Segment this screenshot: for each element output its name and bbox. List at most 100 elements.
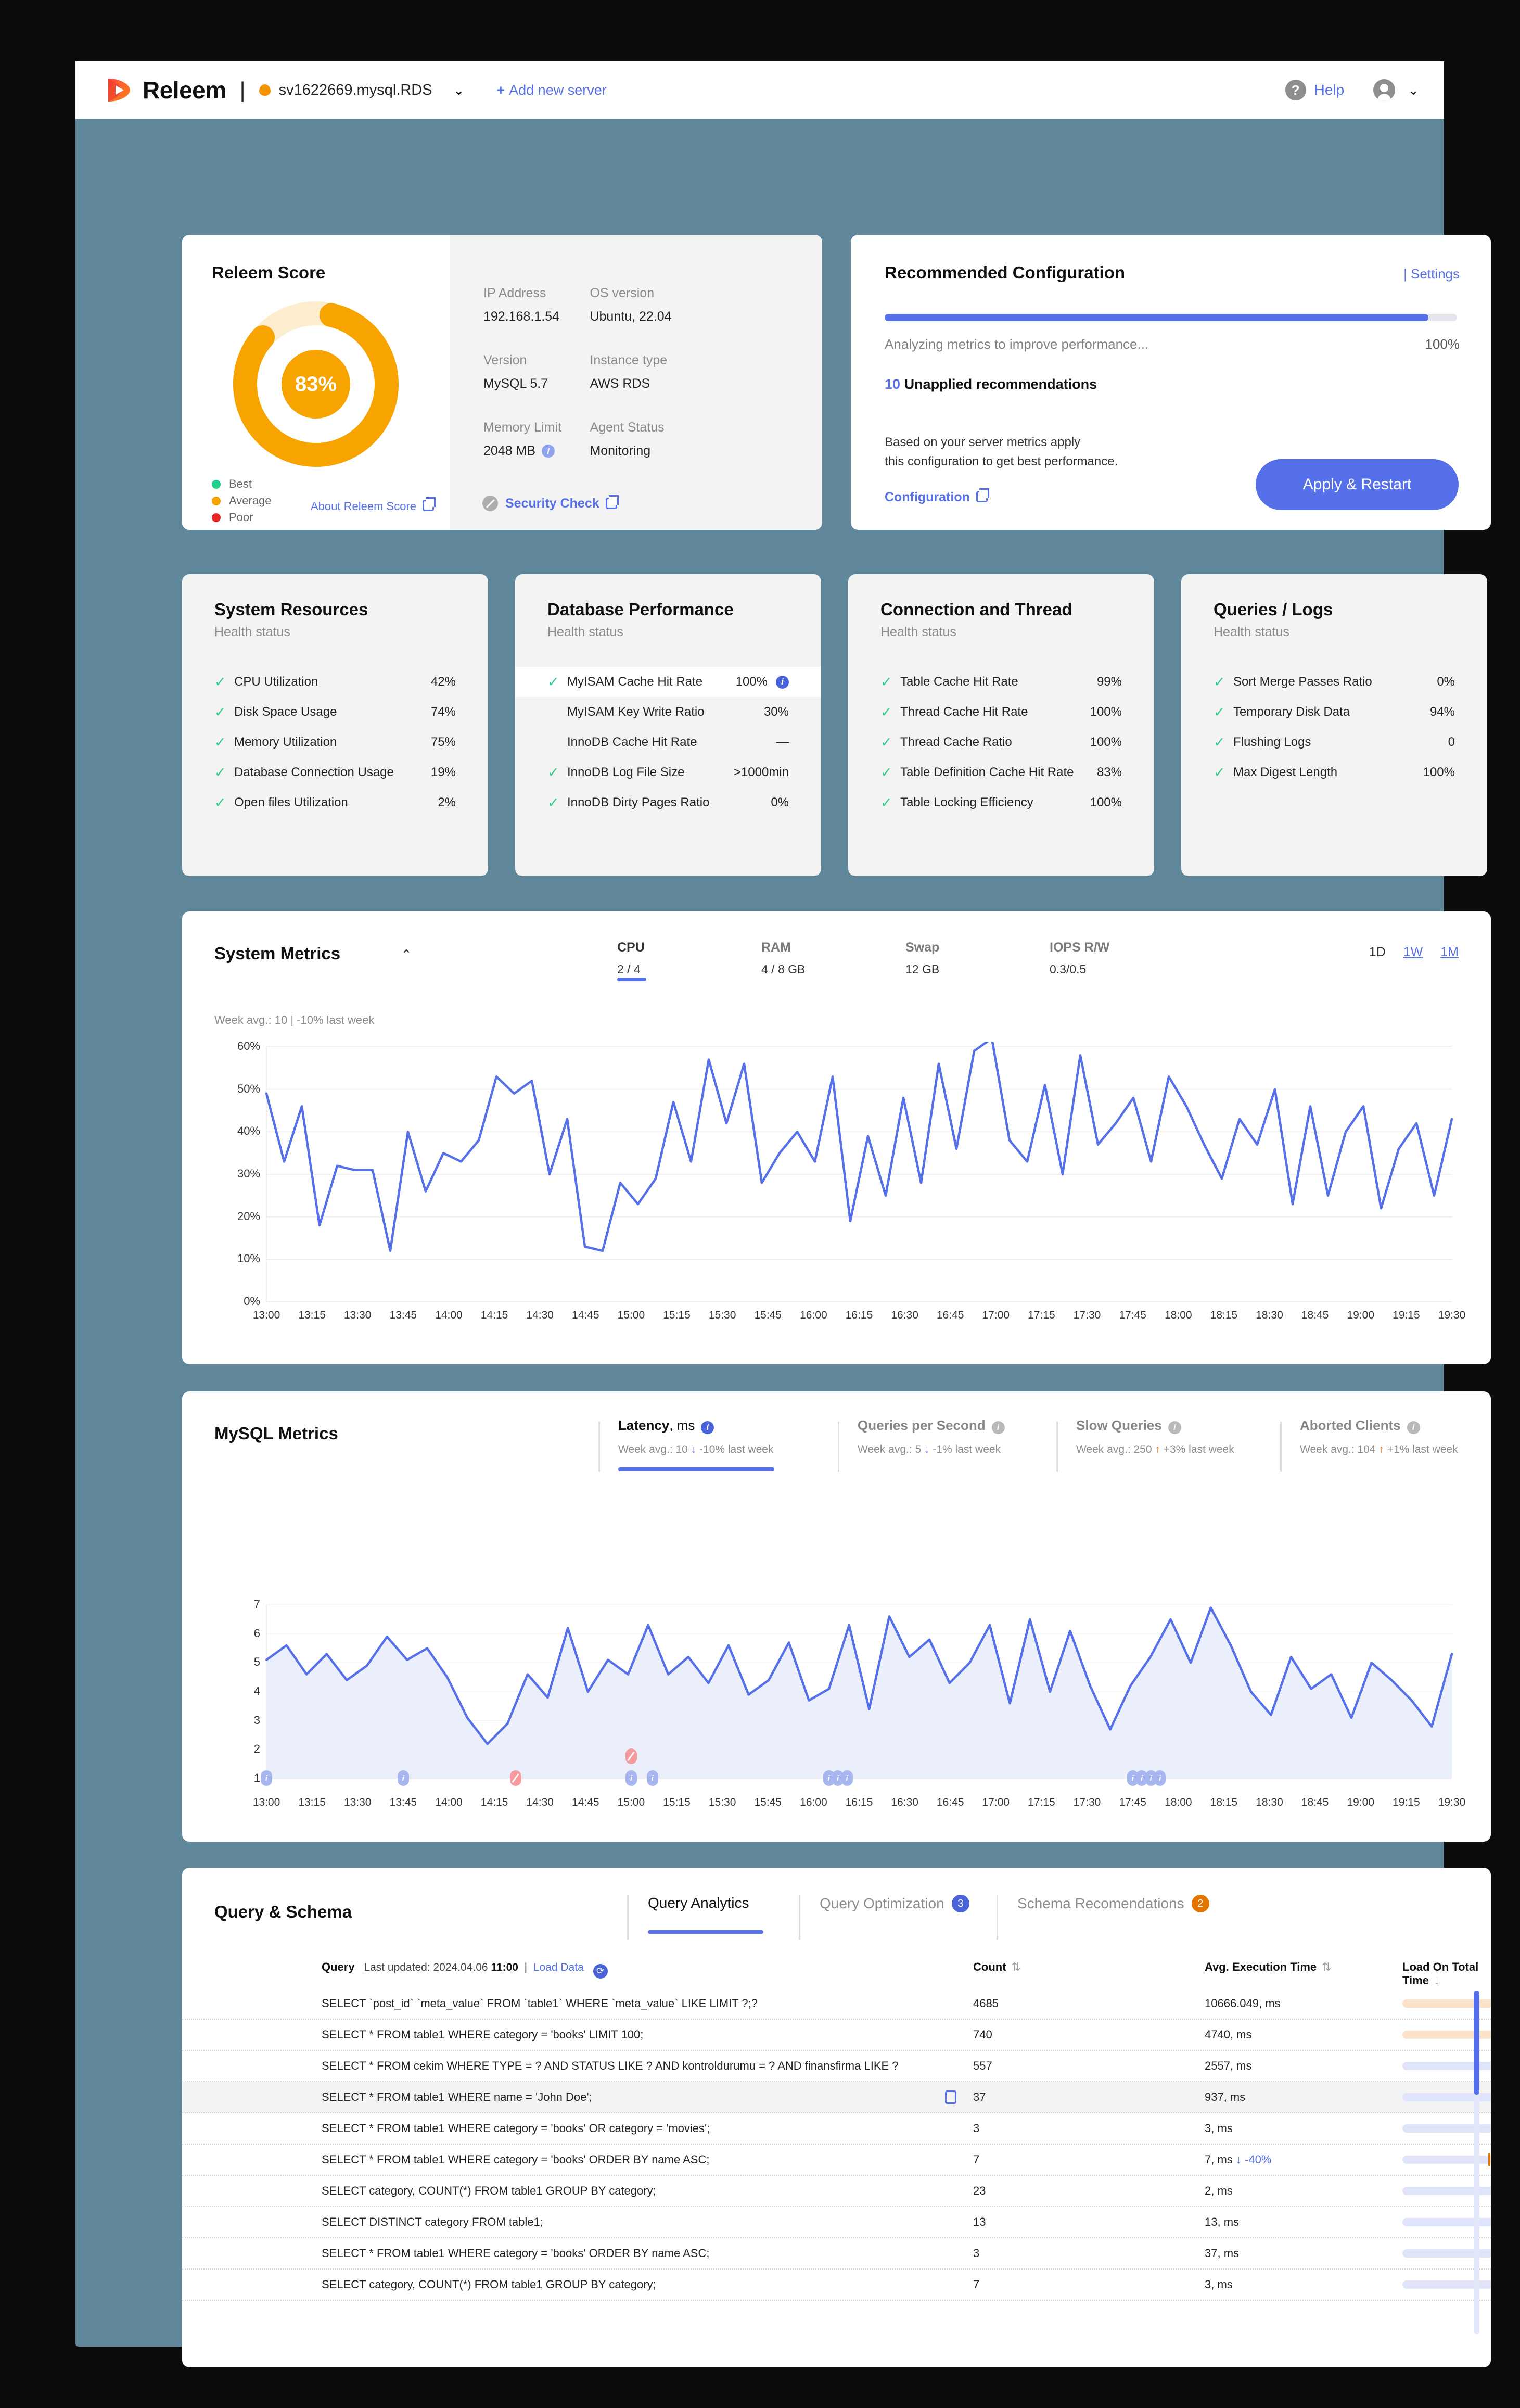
health-row-label: MyISAM Cache Hit Rate bbox=[567, 675, 736, 689]
health-row-value: 100% bbox=[1423, 765, 1455, 780]
health-row: ✓Table Locking Efficiency100% bbox=[848, 788, 1154, 818]
query-count-value: 4685 bbox=[973, 1997, 999, 2010]
system-metric-tab-iops-r-w[interactable]: IOPS R/W 0.3/0.5 bbox=[1020, 940, 1165, 977]
info-marker-icon[interactable]: i bbox=[625, 1770, 637, 1786]
add-new-server-button[interactable]: +Add new server bbox=[496, 82, 606, 98]
query-schema-tab-query-optimization[interactable]: Query Optimization3 bbox=[799, 1895, 997, 1912]
health-card-database-performance: Database Performance Health status ✓MyIS… bbox=[515, 574, 821, 876]
query-avg-time-value: 10666.049, ms bbox=[1205, 1997, 1281, 2010]
info-marker-icon[interactable]: i bbox=[647, 1770, 658, 1786]
configuration-link[interactable]: Configuration bbox=[885, 490, 988, 505]
query-table-scrollbar[interactable] bbox=[1474, 1991, 1479, 2334]
health-row: ✓Table Definition Cache Hit Rate83% bbox=[848, 757, 1154, 788]
mysql-tab-subtitle: Week avg.: 10 ↓ -10% last week bbox=[618, 1443, 838, 1456]
info-marker-icon[interactable]: i bbox=[1154, 1770, 1166, 1786]
x-axis-tick-label: 18:45 bbox=[1292, 1309, 1338, 1322]
table-row[interactable]: SELECT * FROM cekim WHERE TYPE = ? AND S… bbox=[182, 2051, 1491, 2082]
system-metrics-week-average: Week avg.: 10 | -10% last week bbox=[214, 1013, 374, 1027]
open-query-icon[interactable] bbox=[945, 2090, 956, 2104]
query-schema-tab-schema-recomendations[interactable]: Schema Recomendations2 bbox=[997, 1895, 1215, 1912]
system-metric-tab-swap[interactable]: Swap12 GB bbox=[876, 940, 1020, 977]
column-header-load-on-total-time[interactable]: Load On Total Time↓ bbox=[1402, 1960, 1491, 1987]
mysql-metric-tab-latency[interactable]: Latency, msiWeek avg.: 10 ↓ -10% last we… bbox=[598, 1417, 838, 1456]
health-row-value: 74% bbox=[431, 705, 456, 719]
account-chevron-down-icon[interactable]: ⌄ bbox=[1408, 82, 1419, 98]
alert-marker-icon[interactable] bbox=[625, 1748, 637, 1764]
mysql-tab-subtitle: Week avg.: 250 ↑ +3% last week bbox=[1076, 1443, 1280, 1456]
tab-divider bbox=[997, 1895, 998, 1940]
check-icon: ✓ bbox=[880, 795, 895, 811]
time-range-1m[interactable]: 1M bbox=[1440, 945, 1459, 960]
server-name[interactable]: sv1622669.mysql.RDS bbox=[279, 82, 432, 99]
external-link-icon bbox=[423, 500, 434, 511]
info-icon[interactable]: i bbox=[542, 445, 555, 458]
releem-score-title: Releem Score bbox=[212, 263, 325, 283]
check-icon: ✓ bbox=[214, 795, 229, 811]
avatar[interactable] bbox=[1373, 79, 1395, 101]
x-axis-tick-label: 19:15 bbox=[1383, 1796, 1429, 1809]
table-row[interactable]: SELECT * FROM table1 WHERE category = 'b… bbox=[182, 2020, 1491, 2051]
info-icon[interactable]: i bbox=[701, 1421, 714, 1434]
sort-icon: ⇅ bbox=[1322, 1960, 1331, 1973]
info-icon[interactable]: i bbox=[776, 676, 789, 689]
mysql-metric-tab-slow-queries[interactable]: Slow QueriesiWeek avg.: 250 ↑ +3% last w… bbox=[1056, 1417, 1280, 1456]
time-range-1d[interactable]: 1D bbox=[1369, 945, 1386, 960]
info-instance-type: Instance type AWS RDS bbox=[590, 353, 694, 391]
check-icon: ✓ bbox=[1214, 734, 1228, 751]
query-avg-time-value: 13, ms bbox=[1205, 2215, 1239, 2229]
bars-icon bbox=[876, 942, 897, 952]
metric-tab-value: 0.3/0.5 bbox=[1050, 962, 1165, 977]
system-metric-tab-ram[interactable]: RAM4 / 8 GB bbox=[732, 940, 876, 977]
table-row[interactable]: SELECT category, COUNT(*) FROM table1 GR… bbox=[182, 2176, 1491, 2207]
x-axis-tick-label: 15:15 bbox=[654, 1309, 700, 1322]
y-axis-tick-label: 0% bbox=[224, 1295, 260, 1308]
info-icon[interactable]: i bbox=[1168, 1421, 1181, 1434]
table-row[interactable]: SELECT DISTINCT category FROM table1;131… bbox=[182, 2207, 1491, 2238]
recommendation-description: Based on your server metrics apply this … bbox=[885, 433, 1118, 471]
info-marker-icon[interactable]: i bbox=[398, 1770, 409, 1786]
server-chevron-down-icon[interactable]: ⌄ bbox=[453, 82, 465, 98]
settings-link[interactable]: | Settings bbox=[1403, 266, 1460, 282]
table-row[interactable]: SELECT * FROM table1 WHERE category = 'b… bbox=[182, 2145, 1491, 2176]
table-row[interactable]: SELECT * FROM table1 WHERE category = 'b… bbox=[182, 2113, 1491, 2145]
refresh-icon[interactable]: ⟳ bbox=[593, 1964, 608, 1979]
health-row-label: Database Connection Usage bbox=[234, 765, 431, 780]
collapse-chevron-up-icon[interactable]: ⌃ bbox=[401, 947, 412, 963]
load-data-link[interactable]: Load Data bbox=[533, 1961, 584, 1973]
x-axis-tick-label: 16:15 bbox=[836, 1309, 883, 1322]
table-row[interactable]: SELECT * FROM table1 WHERE category = 'b… bbox=[182, 2238, 1491, 2270]
scrollbar-thumb[interactable] bbox=[1474, 1991, 1479, 2095]
card-title: Queries / Logs bbox=[1214, 600, 1333, 619]
mysql-metric-tab-aborted-clients[interactable]: Aborted ClientsiWeek avg.: 104 ↑ +1% las… bbox=[1280, 1417, 1504, 1456]
security-check-link[interactable]: Security Check bbox=[482, 496, 617, 511]
info-marker-icon[interactable]: i bbox=[841, 1770, 853, 1786]
help-link[interactable]: Help bbox=[1314, 82, 1345, 98]
info-icon[interactable]: i bbox=[992, 1421, 1005, 1434]
check-icon: ✓ bbox=[547, 765, 562, 781]
query-count-value: 37 bbox=[973, 2090, 986, 2104]
table-row[interactable]: SELECT `post_id` `meta_value` FROM `tabl… bbox=[182, 1988, 1491, 2020]
header-divider: | bbox=[240, 78, 246, 103]
y-axis-tick-label: 5 bbox=[224, 1655, 260, 1669]
table-row[interactable]: SELECT category, COUNT(*) FROM table1 GR… bbox=[182, 2270, 1491, 2301]
brand-title: Releem bbox=[143, 76, 226, 104]
column-header-avg-execution-time[interactable]: Avg. Execution Time⇅ bbox=[1205, 1960, 1332, 1974]
health-row-value: 99% bbox=[1097, 675, 1122, 689]
about-releem-score-link[interactable]: About Releem Score bbox=[311, 500, 434, 513]
column-header-count[interactable]: Count⇅ bbox=[973, 1960, 1021, 1974]
info-icon[interactable]: i bbox=[1407, 1421, 1420, 1434]
x-axis-tick-label: 13:45 bbox=[380, 1796, 427, 1809]
card-subtitle: Health status bbox=[214, 625, 290, 640]
metric-tab-name: IOPS R/W bbox=[1050, 940, 1165, 955]
apply-and-restart-button[interactable]: Apply & Restart bbox=[1256, 459, 1459, 510]
mysql-metric-tab-queries-per-second[interactable]: Queries per SecondiWeek avg.: 5 ↓ -1% la… bbox=[838, 1417, 1056, 1456]
info-marker-icon[interactable]: i bbox=[261, 1770, 272, 1786]
table-row[interactable]: SELECT * FROM table1 WHERE name = 'John … bbox=[182, 2082, 1491, 2113]
x-axis-tick-label: 17:15 bbox=[1018, 1309, 1065, 1322]
query-schema-tab-query-analytics[interactable]: Query Analytics bbox=[627, 1895, 799, 1912]
system-metric-tab-cpu[interactable]: CPU2 / 4 bbox=[588, 940, 732, 977]
question-mark-icon[interactable]: ? bbox=[1285, 80, 1306, 100]
alert-marker-icon[interactable] bbox=[510, 1770, 521, 1786]
info-os-version: OS version Ubuntu, 22.04 bbox=[590, 286, 694, 324]
time-range-1w[interactable]: 1W bbox=[1403, 945, 1423, 960]
